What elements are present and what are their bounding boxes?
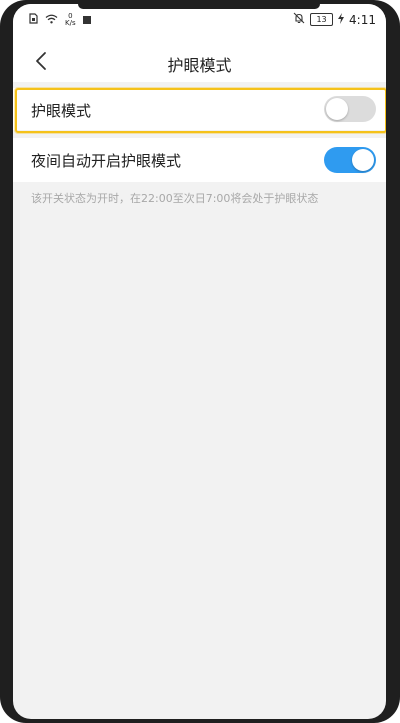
night-auto-row[interactable]: 夜间自动开启护眼模式 (13, 138, 386, 182)
status-left: 0 K/s (29, 13, 91, 27)
header-bar: 护眼模式 (13, 40, 386, 82)
battery-level: 13 (316, 14, 327, 24)
phone-frame: 0 K/s 13 4:11 护眼模式 护眼模式 夜间自动开启护眼模式 该开关状态… (0, 0, 400, 723)
status-time: 4:11 (349, 12, 376, 27)
status-bar: 0 K/s 13 4:11 (13, 4, 386, 40)
charging-icon (338, 12, 345, 27)
battery-icon: 13 (310, 13, 334, 26)
screen: 0 K/s 13 4:11 护眼模式 护眼模式 夜间自动开启护眼模式 该开关状态… (13, 4, 386, 719)
network-rate: 0 K/s (65, 13, 76, 27)
notification-square-icon (82, 16, 91, 24)
eye-protection-row[interactable]: 护眼模式 (13, 88, 386, 130)
night-mode-note: 该开关状态为开时，在22:00至次日7:00将会处于护眼状态 (31, 192, 319, 205)
page-title: 护眼模式 (167, 56, 232, 75)
toggle-knob (352, 149, 374, 171)
night-auto-label: 夜间自动开启护眼模式 (31, 152, 182, 170)
bell-off-icon (293, 12, 305, 27)
screen-notch (78, 4, 320, 9)
eye-protection-toggle[interactable] (324, 96, 376, 122)
network-rate-unit: K/s (65, 19, 76, 27)
toggle-knob (326, 98, 348, 120)
wifi-icon (45, 14, 58, 27)
eye-protection-label: 护眼模式 (31, 102, 92, 120)
night-auto-toggle[interactable] (324, 147, 376, 173)
sim-card-icon (29, 13, 38, 27)
status-right: 13 4:11 (293, 12, 376, 27)
